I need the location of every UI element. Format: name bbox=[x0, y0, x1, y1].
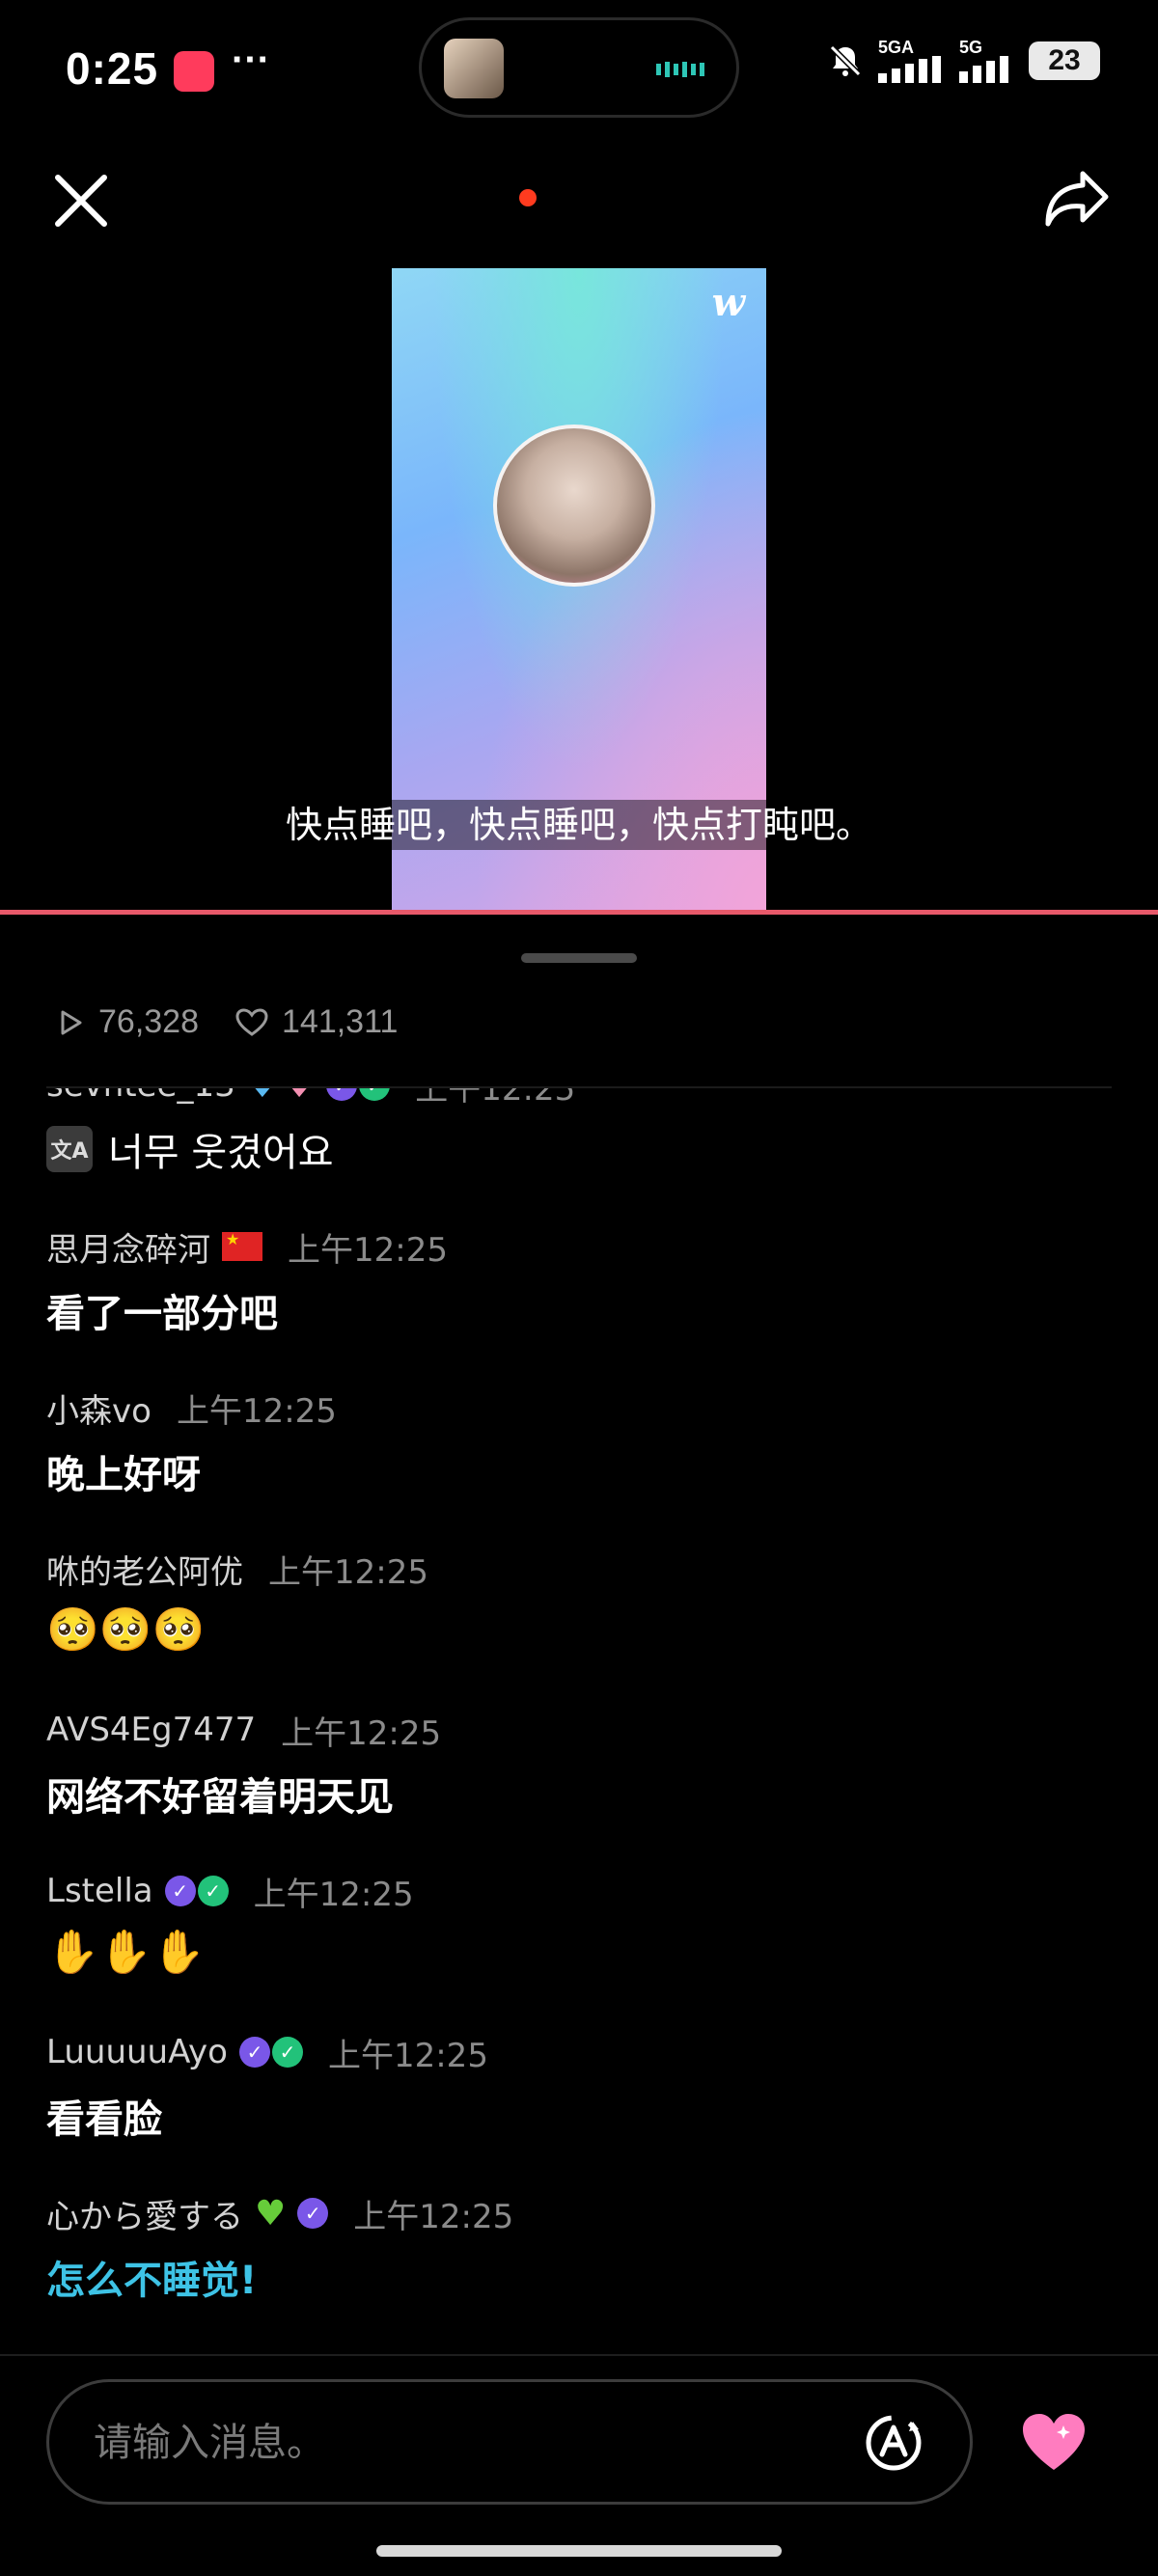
network-label-1: 5GA bbox=[878, 38, 915, 57]
comment-username: AVS4Eg7477 bbox=[46, 1711, 257, 1749]
comment-time: 上午12:25 bbox=[327, 2036, 488, 2075]
green-heart-icon: ♥ bbox=[255, 2193, 287, 2233]
subtitle-text: 快点睡吧，快点睡吧，快点打盹吧。 bbox=[275, 800, 882, 850]
home-indicator[interactable] bbox=[376, 2545, 782, 2557]
member-badge-icon bbox=[271, 2037, 303, 2068]
comment-username: 心から愛する bbox=[46, 2197, 243, 2236]
comment-time: 上午12:25 bbox=[353, 2197, 514, 2236]
message-input[interactable] bbox=[92, 2382, 848, 2504]
artist-avatar bbox=[493, 425, 655, 587]
play-count: 76,328 bbox=[98, 1003, 199, 1040]
live-indicator-dot bbox=[519, 189, 537, 206]
heart-outline-icon bbox=[235, 1007, 268, 1036]
comment-text: 怎么不睡觉! bbox=[46, 2259, 258, 2303]
comment-time: 上午12:25 bbox=[268, 1552, 428, 1592]
comment-text: ✋✋✋ bbox=[46, 1928, 206, 1977]
more-notifications-icon: ··· bbox=[232, 39, 270, 81]
battery-indicator: 23 bbox=[1029, 41, 1100, 80]
comment-item[interactable]: 小森vo 上午12:25 晚上好呀 bbox=[46, 1382, 1127, 1543]
comment-item[interactable]: 咻的老公阿优 上午12:25 🥺🥺🥺 bbox=[46, 1543, 1127, 1704]
verified-badge-icon bbox=[164, 1876, 196, 1906]
mute-icon bbox=[829, 44, 862, 77]
comment-text: 看看脸 bbox=[46, 2097, 162, 2142]
verified-badge-icon bbox=[238, 2037, 270, 2068]
network-label-2: 5G bbox=[959, 38, 983, 57]
app-notification-icon bbox=[174, 51, 214, 92]
comment-time: 上午12:25 bbox=[281, 1713, 442, 1753]
comment-username: LuuuuuAyo bbox=[46, 2033, 228, 2071]
comment-text: 너무 웃겼어요 bbox=[108, 1131, 334, 1175]
comment-text: 网络不好留着明天见 bbox=[46, 1775, 394, 1820]
comment-text: 看了一部分吧 bbox=[46, 1292, 278, 1336]
audio-wave-icon bbox=[656, 62, 704, 77]
comment-time: 上午12:25 bbox=[253, 1875, 414, 1914]
member-badge-icon bbox=[197, 1876, 229, 1906]
pink-heart-icon: ♥ bbox=[284, 1088, 315, 1106]
member-badge-icon bbox=[359, 1088, 391, 1101]
input-divider bbox=[0, 2354, 1158, 2356]
comment-text: 晚上好呀 bbox=[46, 1453, 201, 1497]
sheet-drag-handle[interactable] bbox=[521, 953, 637, 963]
comment-time: 上午12:25 bbox=[288, 1230, 448, 1270]
comment-item[interactable]: AVS4Eg7477 上午12:25 网络不好留着明天见 bbox=[46, 1704, 1127, 1865]
blue-heart-icon: ♥ bbox=[247, 1088, 278, 1106]
comment-item[interactable]: 心から愛する ♥ 上午12:25 怎么不睡觉! bbox=[46, 2187, 1127, 2348]
island-thumbnail bbox=[444, 39, 504, 98]
comment-item[interactable]: sevntee_13 ♥ ♥ 上午12:25 文A 너무 웃겼어요 bbox=[46, 1088, 1127, 1220]
like-count: 141,311 bbox=[282, 1003, 399, 1040]
comment-username: 思月念碎河 bbox=[46, 1230, 210, 1270]
comment-time: 上午12:25 bbox=[415, 1088, 576, 1109]
auto-translate-button[interactable] bbox=[859, 2408, 928, 2478]
comment-item[interactable]: Lstella 上午12:25 ✋✋✋ bbox=[46, 1865, 1127, 2026]
heart-like-button[interactable] bbox=[1019, 2408, 1089, 2478]
progress-bar[interactable] bbox=[0, 910, 1158, 915]
comment-item[interactable]: 思月念碎河 上午12:25 看了一部分吧 bbox=[46, 1220, 1127, 1382]
play-icon bbox=[61, 1010, 82, 1034]
signal-icon-1 bbox=[878, 56, 941, 83]
comment-list[interactable]: sevntee_13 ♥ ♥ 上午12:25 文A 너무 웃겼어요 思月念碎河 … bbox=[0, 1088, 1158, 2354]
comment-username: 咻的老公阿优 bbox=[46, 1552, 243, 1592]
status-indicators: 5GA 5G 23 bbox=[826, 39, 1100, 83]
weverse-logo: w bbox=[711, 280, 745, 325]
comment-item[interactable]: LuuuuuAyo 上午12:25 看看脸 bbox=[46, 2026, 1127, 2187]
message-input-container[interactable] bbox=[46, 2379, 973, 2505]
china-flag-icon bbox=[222, 1230, 262, 1261]
signal-icon-2 bbox=[959, 56, 1008, 83]
share-button[interactable] bbox=[1042, 166, 1112, 232]
live-stats: 76,328 141,311 bbox=[56, 1003, 398, 1041]
status-time: 0:25 bbox=[66, 43, 159, 94]
verified-badge-icon bbox=[297, 2198, 329, 2229]
live-subtitle: 快点睡吧，快点睡吧，快点打盹吧。 bbox=[0, 795, 1158, 850]
comment-text: 🥺🥺🥺 bbox=[46, 1605, 206, 1655]
comment-username: sevntee_13 bbox=[46, 1088, 235, 1105]
comment-username: Lstella bbox=[46, 1872, 153, 1910]
translate-icon[interactable]: 文A bbox=[46, 1126, 93, 1172]
comment-username: 小森vo bbox=[46, 1391, 152, 1431]
comment-time: 上午12:25 bbox=[176, 1391, 337, 1431]
close-button[interactable] bbox=[50, 170, 112, 232]
verified-badge-icon bbox=[326, 1088, 358, 1101]
